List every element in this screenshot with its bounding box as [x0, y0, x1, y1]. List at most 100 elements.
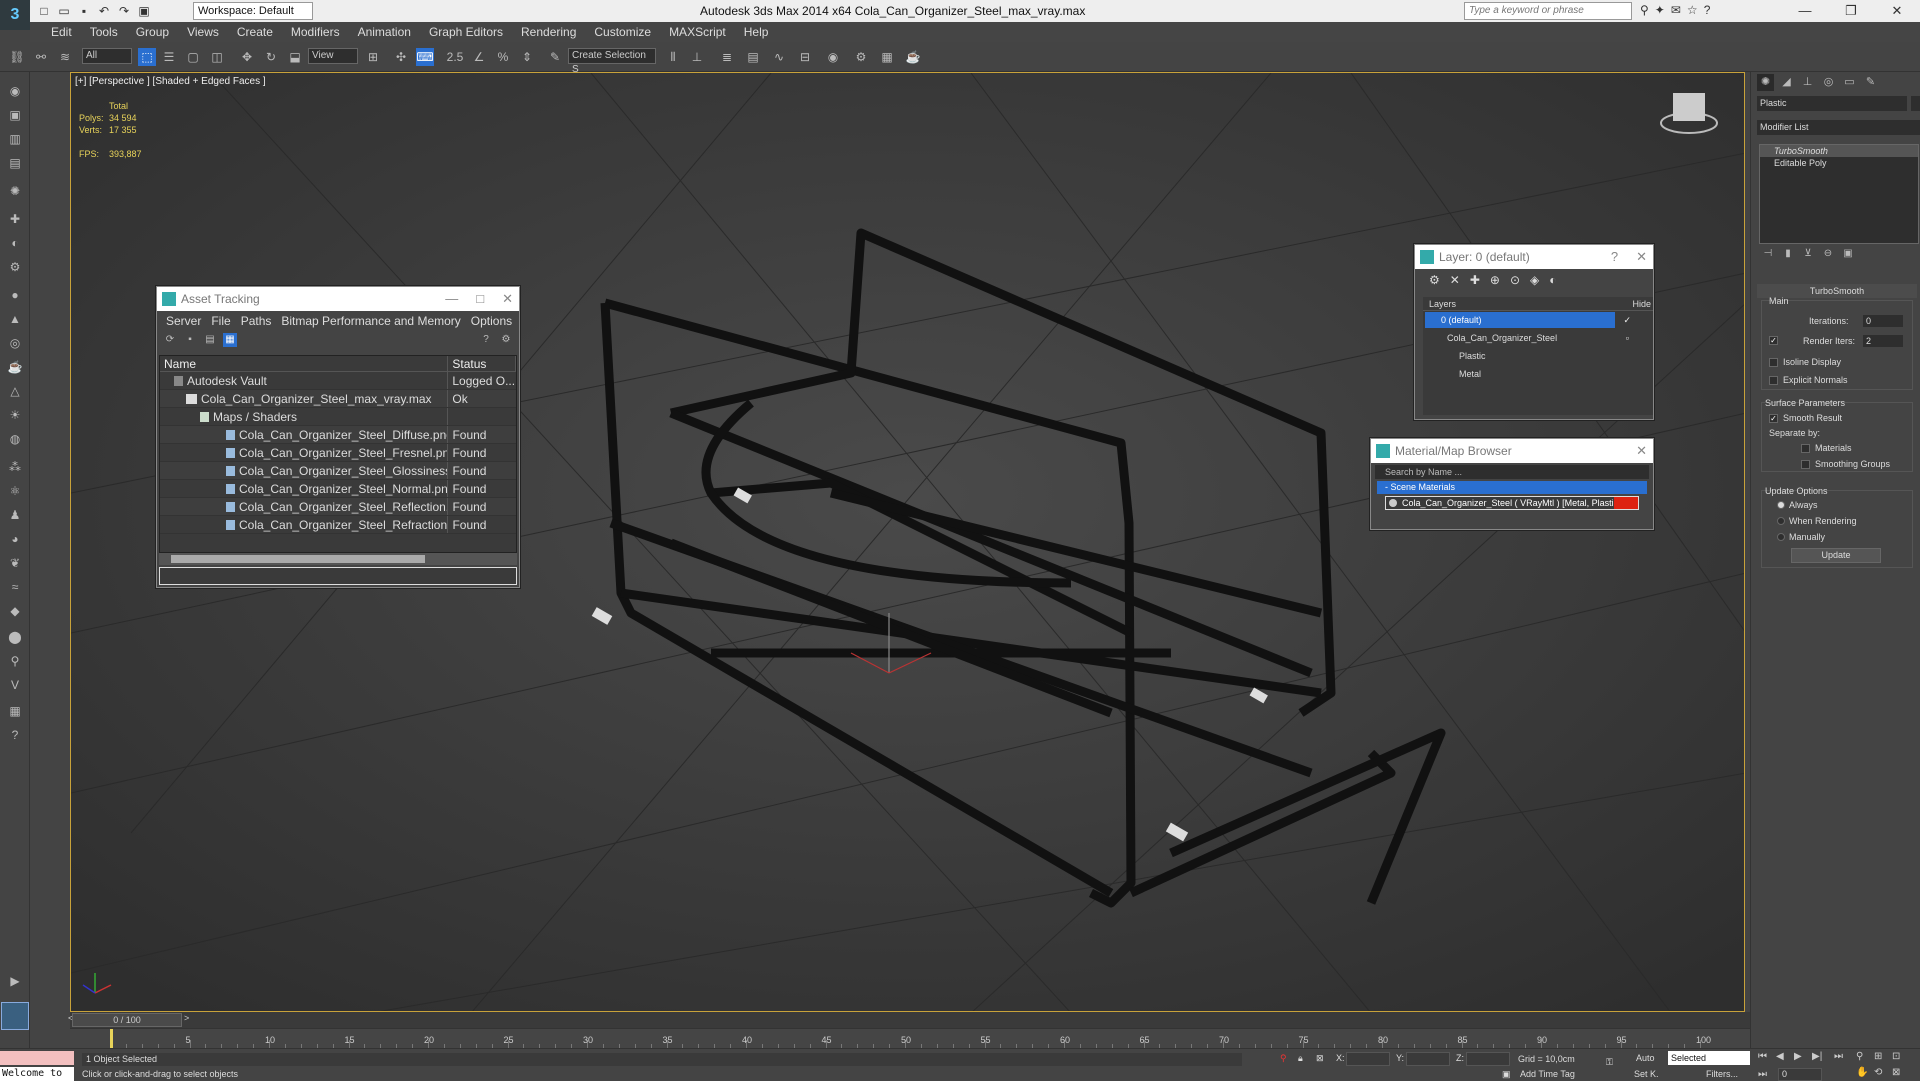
- material-editor-icon[interactable]: ◉: [824, 48, 842, 66]
- communication-icon[interactable]: ✉: [1671, 3, 1681, 17]
- play-animation-icon[interactable]: ▶: [1794, 1051, 1802, 1062]
- close-icon[interactable]: ✕: [1636, 245, 1647, 269]
- pin-stack-icon[interactable]: ⊣: [1761, 248, 1775, 259]
- key-mode-icon[interactable]: ⏭: [1758, 1069, 1767, 1080]
- isoline-checkbox[interactable]: [1769, 358, 1778, 367]
- leaf-icon[interactable]: ❦: [6, 554, 24, 572]
- stack-item-turbosmooth[interactable]: TurboSmooth: [1760, 145, 1918, 157]
- x-coordinate-field[interactable]: [1346, 1052, 1390, 1066]
- bind-space-warp-icon[interactable]: ≋: [56, 48, 74, 66]
- unlink-icon[interactable]: ⚯: [32, 48, 50, 66]
- layer-item-plastic[interactable]: Plastic: [1423, 347, 1653, 365]
- maximize-icon[interactable]: ❐: [1828, 0, 1874, 22]
- scene-explorer-icon[interactable]: ▤: [744, 48, 762, 66]
- new-layer-icon[interactable]: ✚: [1470, 273, 1480, 287]
- menu-group[interactable]: Group: [127, 25, 178, 39]
- layer-item-default[interactable]: 0 (default) ✓: [1423, 311, 1653, 329]
- tree-view-icon[interactable]: ▤: [203, 333, 217, 347]
- hide-toggle-icon[interactable]: ▫: [1626, 329, 1629, 347]
- y-coordinate-field[interactable]: [1406, 1052, 1450, 1066]
- materials-checkbox[interactable]: [1801, 444, 1810, 453]
- mini-viewport-icon[interactable]: [1, 1002, 29, 1030]
- next-frame-icon[interactable]: ▶|: [1812, 1051, 1822, 1062]
- help-icon[interactable]: ?: [1704, 3, 1711, 17]
- layer-item-organizer[interactable]: Cola_Can_Organizer_Steel ▫: [1423, 329, 1653, 347]
- update-button[interactable]: Update: [1791, 548, 1881, 563]
- orb-icon[interactable]: ⬤: [6, 628, 24, 646]
- scale-icon[interactable]: ⬓: [286, 48, 304, 66]
- key-filter-dropdown[interactable]: Selected: [1668, 1051, 1750, 1065]
- create-tab-icon[interactable]: ✺: [1757, 74, 1774, 91]
- material-map-browser-window[interactable]: Material/Map Browser ✕ Search by Name ..…: [1370, 438, 1654, 530]
- asset-menu-file[interactable]: File: [206, 314, 235, 328]
- make-unique-icon[interactable]: ⊻: [1801, 248, 1815, 259]
- menu-create[interactable]: Create: [228, 25, 282, 39]
- workspace-dropdown[interactable]: Workspace: Default: [193, 2, 313, 20]
- utilities-tab-icon[interactable]: ✎: [1862, 74, 1879, 91]
- snaps-toggle-icon[interactable]: 2.5: [446, 48, 464, 66]
- hide-all-icon[interactable]: ◐: [1549, 273, 1556, 287]
- lock-selection-icon[interactable]: 🔒︎: [1298, 1053, 1303, 1064]
- manually-radio[interactable]: [1777, 533, 1785, 541]
- time-slider-thumb[interactable]: 0 / 100: [72, 1013, 182, 1027]
- time-next-icon[interactable]: >: [184, 1013, 189, 1023]
- pyramid-icon[interactable]: △: [6, 382, 24, 400]
- asset-menu-server[interactable]: Server: [161, 314, 206, 328]
- select-manipulate-icon[interactable]: ✣: [392, 48, 410, 66]
- table-row[interactable]: Maps / Shaders: [160, 408, 516, 426]
- cone-icon[interactable]: ▲: [6, 310, 24, 328]
- list-view-icon[interactable]: ▪: [183, 333, 197, 347]
- rendered-frame-window-icon[interactable]: ▦: [878, 48, 896, 66]
- menu-maxscript[interactable]: MAXScript: [660, 25, 735, 39]
- explicit-normals-checkbox[interactable]: [1769, 376, 1778, 385]
- set-key-button[interactable]: Set K.: [1634, 1069, 1659, 1079]
- object-name-field[interactable]: Plastic: [1757, 96, 1907, 111]
- move-icon[interactable]: ✥: [238, 48, 256, 66]
- edit-named-selection-icon[interactable]: ✎: [546, 48, 564, 66]
- curve-editor-icon[interactable]: ∿: [770, 48, 788, 66]
- render-iters-checkbox[interactable]: ✓: [1769, 336, 1778, 345]
- iterations-spinner[interactable]: 0: [1863, 315, 1903, 327]
- add-to-layer-icon[interactable]: ⊕: [1490, 273, 1500, 287]
- percent-snap-icon[interactable]: %: [494, 48, 512, 66]
- viewport-label[interactable]: [+] [Perspective ] [Shaded + Edged Faces…: [75, 76, 266, 87]
- display-tab-icon[interactable]: ▭: [1841, 74, 1858, 91]
- select-by-name-icon[interactable]: ☰: [160, 48, 178, 66]
- angle-snap-icon[interactable]: ∠: [470, 48, 488, 66]
- box-icon[interactable]: ▣: [6, 106, 24, 124]
- mirror-icon[interactable]: ⫴: [664, 48, 682, 66]
- current-frame-field[interactable]: 0: [1778, 1068, 1822, 1081]
- light-icon[interactable]: ✺: [6, 182, 24, 200]
- configure-sets-icon[interactable]: ▣: [1841, 248, 1855, 259]
- menu-customize[interactable]: Customize: [585, 25, 660, 39]
- asset-menu-paths[interactable]: Paths: [236, 314, 277, 328]
- table-row[interactable]: Cola_Can_Organizer_Steel_max_vray.max Ok: [160, 390, 516, 408]
- select-object-icon[interactable]: ⬚: [138, 48, 156, 66]
- add-time-tag[interactable]: Add Time Tag: [1520, 1069, 1575, 1079]
- motion-tab-icon[interactable]: ◎: [1820, 74, 1837, 91]
- modify-tab-icon[interactable]: ◢: [1778, 74, 1795, 91]
- select-in-layer-icon[interactable]: ⊙: [1510, 273, 1520, 287]
- maxscript-listener-input[interactable]: Welcome to: [0, 1067, 74, 1081]
- menu-animation[interactable]: Animation: [349, 25, 420, 39]
- table-row[interactable]: Autodesk Vault Logged O...: [160, 372, 516, 390]
- minimize-icon[interactable]: —: [1782, 0, 1828, 22]
- subscription-icon[interactable]: ✦: [1655, 3, 1665, 17]
- redo-icon[interactable]: ↷: [116, 3, 132, 19]
- remove-modifier-icon[interactable]: ⊖: [1821, 248, 1835, 259]
- play-icon[interactable]: ▶: [6, 972, 24, 990]
- menu-tools[interactable]: Tools: [81, 25, 127, 39]
- stack-item-editable-poly[interactable]: Editable Poly: [1760, 157, 1918, 169]
- layer-manager-window[interactable]: Layer: 0 (default) ? ✕ ⚙ ✕ ✚ ⊕ ⊙ ◈ ◐ Lay…: [1414, 244, 1654, 420]
- asset-menu-options[interactable]: Options: [466, 314, 517, 328]
- render-production-icon[interactable]: ☕: [904, 48, 922, 66]
- render-icon[interactable]: ◆: [6, 602, 24, 620]
- maximize-icon[interactable]: □: [476, 287, 484, 311]
- table-row[interactable]: Cola_Can_Organizer_Steel_Refraction.png …: [160, 516, 516, 534]
- reference-coordinate-dropdown[interactable]: View: [308, 48, 358, 64]
- spinner-snap-icon[interactable]: ⇕: [518, 48, 536, 66]
- binoculars-icon[interactable]: ⚲: [1640, 3, 1649, 17]
- help-icon[interactable]: ?: [479, 333, 493, 347]
- open-file-icon[interactable]: ▭: [56, 3, 72, 19]
- render-setup-icon[interactable]: ⚙: [852, 48, 870, 66]
